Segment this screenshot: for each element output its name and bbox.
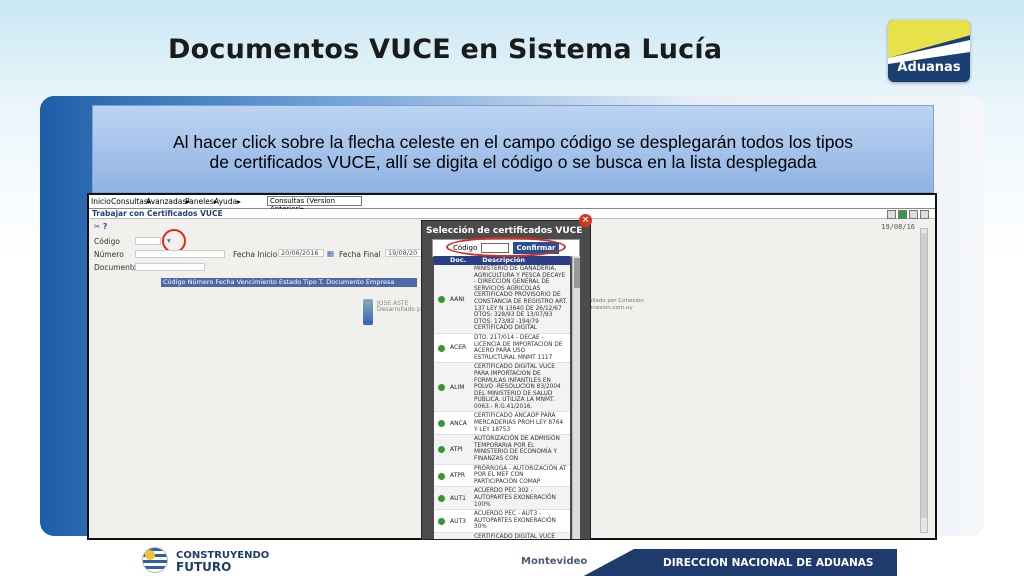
certificate-table: Doc. Descripción AANI MINISTERIO DE GANAD… (434, 256, 570, 540)
aduanas-logo: Aduanas (888, 20, 970, 82)
help-icon[interactable] (909, 210, 918, 219)
menu-inicio[interactable]: Inicio (91, 197, 111, 206)
popup-close-button[interactable]: × (579, 214, 592, 227)
row-description: CERTIFICADO DIGITAL VUCE PARA IMPORTACIO… (474, 533, 555, 540)
row-description: DTO. 217/014 - DECAE - LICENCIA DE IMPOR… (474, 334, 563, 361)
table-row[interactable]: BEBECERTIFICADO DIGITAL VUCE PARA IMPORT… (434, 532, 570, 540)
popup-scrollbar[interactable] (572, 256, 580, 539)
table-row[interactable]: ATPI Autorización de Admisión Temporaria … (434, 435, 570, 465)
numero-input[interactable] (135, 250, 225, 258)
footer-direction: DIRECCION NACIONAL DE ADUANAS (663, 557, 874, 569)
row-code: ACER (450, 344, 467, 352)
table-row[interactable]: AANI MINISTERIO DE GANADERIA, AGRICULTURA… (434, 265, 570, 334)
table-row[interactable]: ATPR Prórroga - Autorización AT por el ME… (434, 465, 570, 488)
certificate-selection-popup: Selección de certificados VUCE Código Co… (421, 220, 591, 540)
col-doc: Doc. (450, 256, 467, 264)
menu-consultas-anterior[interactable]: Consultas (Version Anterior)▸ (267, 196, 362, 213)
row-code: ATPI (450, 445, 463, 453)
row-description: MINISTERIO DE GANADERIA, AGRICULTURA Y P… (474, 266, 568, 332)
codigo-label: Código (94, 237, 121, 246)
watermark-logo-icon (363, 299, 373, 325)
close-icon[interactable] (920, 210, 929, 219)
highlight-oval (446, 237, 566, 257)
main-scrollbar[interactable] (920, 228, 928, 533)
row-code: ATPR (450, 472, 466, 480)
menu-ayuda[interactable]: Ayuda▸ (214, 197, 241, 206)
row-code: ANCA (450, 419, 467, 427)
current-date: 19/08/16 (881, 223, 915, 231)
documento-input[interactable] (135, 263, 205, 271)
watermark-right: ollado por Conexión onexión.com.uy (589, 298, 644, 312)
refresh-icon[interactable] (898, 210, 907, 219)
watermark-right-1: ollado por Conexión (589, 298, 644, 304)
row-code: AUT1 (450, 494, 466, 502)
fecha-inicio-input[interactable]: 20/06/2016 (278, 249, 324, 257)
check-icon (438, 472, 445, 480)
table-row[interactable]: ACER DTO. 217/014 - DECAE - LICENCIA DE I… (434, 334, 570, 364)
fecha-inicio-label: Fecha Inicio (233, 250, 278, 259)
table-row[interactable]: AUT1 ACUERDO PEC 302 - Autopartes exonera… (434, 487, 570, 511)
documento-label: Documento (94, 263, 138, 272)
numero-label: Número (94, 250, 124, 259)
menu-avanzadas[interactable]: Avanzadas▸ (146, 197, 190, 206)
footer-city: Montevideo (521, 556, 588, 567)
table-row[interactable]: ANCA CERTIFICADO ANCAOP PARA MERCADERIAS … (434, 412, 570, 436)
row-code: AANI (450, 295, 465, 303)
grid-header[interactable]: Código Número Fecha Vencimiento Estado T… (161, 278, 417, 287)
row-code: AUT3 (450, 517, 466, 525)
popup-title: Selección de certificados VUCE (426, 226, 583, 236)
check-icon (438, 420, 445, 428)
tools-icon[interactable]: ✂ ? (94, 222, 107, 231)
table-row[interactable]: ALIM CERTIFICADO DIGITAL VUCE PARA IMPORT… (434, 363, 570, 413)
footer-brand-line2: FUTURO (176, 560, 232, 574)
row-description: CERTIFICADO ANCAOP PARA MERCADERIAS PROH… (474, 413, 564, 433)
callout-line-1: Al hacer click sobre la flecha celeste e… (173, 132, 853, 152)
window-controls (887, 210, 929, 219)
check-icon (438, 495, 445, 503)
row-description: ACUERDO PEC - AUT3 - Autopartes exonerac… (474, 511, 556, 531)
window-title: Trabajar con Certificados VUCE (89, 209, 935, 219)
check-icon (438, 344, 445, 352)
menu-paneles[interactable]: Paneles▸ (185, 197, 218, 206)
fecha-final-label: Fecha Final (339, 250, 381, 259)
table-row[interactable]: AUT3 ACUERDO PEC - AUT3 - Autopartes exon… (434, 510, 570, 533)
callout-line-2: de certificados VUCE, allí se digita el … (209, 152, 817, 172)
uruguay-flag-icon (142, 547, 168, 573)
watermark-right-2: onexión.com.uy (589, 305, 633, 311)
table-body: AANI MINISTERIO DE GANADERIA, AGRICULTURA… (434, 265, 570, 540)
row-description: Prórroga - Autorización AT por el MEF co… (474, 465, 567, 485)
row-code: ALIM (450, 383, 465, 391)
logo-text: Aduanas (897, 60, 961, 75)
calendar-icon[interactable]: ▦ (327, 249, 334, 258)
check-icon (438, 446, 445, 454)
slide-title: Documentos VUCE en Sistema Lucía (168, 34, 723, 65)
codigo-input[interactable] (135, 237, 161, 245)
table-header: Doc. Descripción (434, 256, 570, 265)
check-icon (438, 296, 445, 303)
row-description: CERTIFICADO DIGITAL VUCE PARA IMPORTACIO… (474, 364, 561, 410)
col-desc: Descripción (482, 256, 526, 264)
instruction-callout: Al hacer click sobre la flecha celeste e… (92, 105, 934, 193)
print-icon[interactable] (887, 210, 896, 219)
check-icon (438, 518, 445, 526)
row-description: ACUERDO PEC 302 - Autopartes exoneración… (474, 488, 556, 508)
fecha-final-input[interactable]: 19/08/20 (385, 249, 425, 257)
row-description: Autorización de Admisión Temporaria por … (474, 436, 560, 463)
menu-bar: Inicio Consultas▸ Avanzadas▸ Paneles▸ Ay… (89, 195, 935, 213)
check-icon (438, 384, 445, 392)
